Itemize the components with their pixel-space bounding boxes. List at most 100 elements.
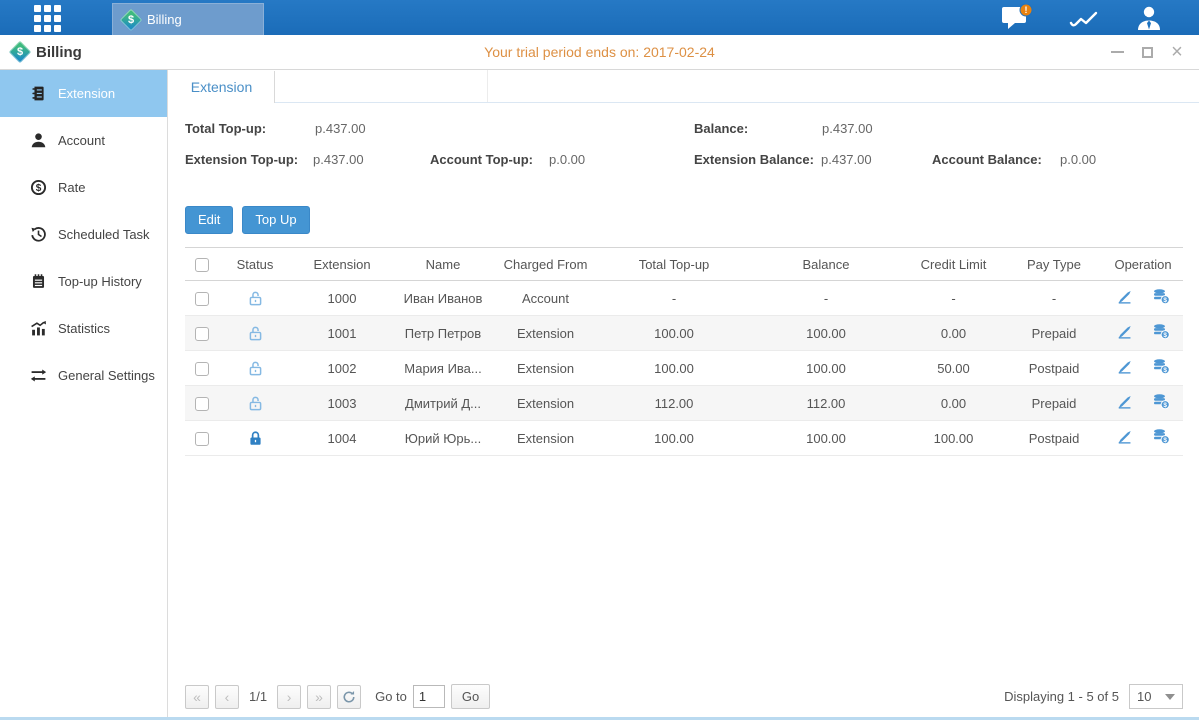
app-grid-icon[interactable] bbox=[34, 5, 61, 32]
refresh-button[interactable] bbox=[337, 685, 361, 709]
cell-credit-limit: 0.00 bbox=[902, 386, 1005, 421]
sidebar-item-label: General Settings bbox=[58, 368, 155, 383]
account-balance-value: p.0.00 bbox=[1060, 152, 1096, 167]
edit-button[interactable]: Edit bbox=[185, 206, 233, 234]
taskbar-tab-label: Billing bbox=[147, 12, 182, 27]
unlocked-icon bbox=[247, 289, 264, 304]
cell-pay-type: Prepaid bbox=[1005, 386, 1103, 421]
cell-extension: 1002 bbox=[291, 351, 393, 386]
cell-total-topup: 100.00 bbox=[598, 351, 750, 386]
topup-row-icon[interactable]: $ bbox=[1152, 393, 1170, 413]
extension-table: Status Extension Name Charged From Total… bbox=[185, 247, 1183, 456]
next-page-button[interactable]: › bbox=[277, 685, 301, 709]
cell-credit-limit: 0.00 bbox=[902, 316, 1005, 351]
cell-balance: 100.00 bbox=[750, 421, 902, 456]
topup-row-icon[interactable]: $ bbox=[1152, 323, 1170, 343]
maximize-icon[interactable] bbox=[1139, 44, 1155, 60]
sidebar-item-scheduled-task[interactable]: Scheduled Task bbox=[0, 211, 167, 258]
row-checkbox[interactable] bbox=[195, 432, 209, 446]
page-size-value: 10 bbox=[1137, 689, 1151, 704]
ledger-icon bbox=[30, 85, 47, 102]
table-body: 1000 Иван Иванов Account - - - - $ bbox=[185, 281, 1183, 456]
cell-name: Петр Петров bbox=[393, 316, 493, 351]
locked-icon bbox=[247, 429, 264, 444]
column-header-extension: Extension bbox=[291, 248, 393, 281]
cell-balance: 112.00 bbox=[750, 386, 902, 421]
edit-row-icon[interactable] bbox=[1116, 358, 1133, 378]
cell-balance: 100.00 bbox=[750, 351, 902, 386]
person-icon bbox=[30, 132, 47, 149]
last-page-button[interactable]: » bbox=[307, 685, 331, 709]
window-title-bar: $ Billing Your trial period ends on: 201… bbox=[0, 35, 1199, 70]
topup-row-icon[interactable]: $ bbox=[1152, 288, 1170, 308]
trial-notice: Your trial period ends on: 2017-02-24 bbox=[0, 35, 1199, 69]
edit-row-icon[interactable] bbox=[1116, 428, 1133, 448]
prev-page-button[interactable]: ‹ bbox=[215, 685, 239, 709]
sidebar-item-extension[interactable]: Extension bbox=[0, 70, 167, 117]
page-size-select[interactable]: 10 bbox=[1129, 684, 1183, 709]
refresh-icon bbox=[342, 690, 356, 704]
topup-button[interactable]: Top Up bbox=[242, 206, 309, 234]
user-icon[interactable] bbox=[1135, 5, 1163, 31]
sidebar-item-topup-history[interactable]: Top-up History bbox=[0, 258, 167, 305]
cell-balance: 100.00 bbox=[750, 316, 902, 351]
dollar-circle-icon: $ bbox=[30, 179, 47, 196]
cell-name: Мария Ива... bbox=[393, 351, 493, 386]
cell-credit-limit: 50.00 bbox=[902, 351, 1005, 386]
extension-balance-label: Extension Balance: bbox=[694, 152, 814, 167]
row-checkbox[interactable] bbox=[195, 362, 209, 376]
chevron-down-icon bbox=[1165, 694, 1175, 700]
cell-extension: 1000 bbox=[291, 281, 393, 316]
goto-page-input[interactable] bbox=[413, 685, 445, 708]
unlocked-icon bbox=[247, 359, 264, 374]
column-header-operation: Operation bbox=[1103, 248, 1183, 281]
edit-row-icon[interactable] bbox=[1116, 323, 1133, 343]
row-checkbox[interactable] bbox=[195, 327, 209, 341]
cell-pay-type: Postpaid bbox=[1005, 421, 1103, 456]
first-page-button[interactable]: « bbox=[185, 685, 209, 709]
svg-text:$: $ bbox=[1164, 402, 1168, 409]
cell-pay-type: Postpaid bbox=[1005, 351, 1103, 386]
sidebar-item-label: Top-up History bbox=[58, 274, 142, 289]
messages-icon[interactable]: ! bbox=[1001, 4, 1033, 31]
cell-total-topup: 100.00 bbox=[598, 316, 750, 351]
table-row: 1001 Петр Петров Extension 100.00 100.00… bbox=[185, 316, 1183, 351]
close-icon[interactable]: × bbox=[1169, 44, 1185, 60]
sidebar-item-statistics[interactable]: Statistics bbox=[0, 305, 167, 352]
svg-text:$: $ bbox=[1164, 437, 1168, 444]
extension-topup-value: p.437.00 bbox=[313, 152, 364, 167]
pagination: « ‹ 1/1 › » Go to Go bbox=[185, 684, 490, 709]
cell-balance: - bbox=[750, 281, 902, 316]
cell-charged-from: Extension bbox=[493, 386, 598, 421]
sidebar-item-rate[interactable]: $ Rate bbox=[0, 164, 167, 211]
cell-name: Иван Иванов bbox=[393, 281, 493, 316]
column-header-pay-type: Pay Type bbox=[1005, 248, 1103, 281]
go-button[interactable]: Go bbox=[451, 684, 490, 709]
bar-chart-icon bbox=[30, 320, 47, 337]
monitor-icon[interactable] bbox=[1069, 6, 1099, 30]
svg-text:!: ! bbox=[1025, 5, 1028, 15]
row-checkbox[interactable] bbox=[195, 292, 209, 306]
topup-row-icon[interactable]: $ bbox=[1152, 428, 1170, 448]
table-row: 1003 Дмитрий Д... Extension 112.00 112.0… bbox=[185, 386, 1183, 421]
select-all-checkbox[interactable] bbox=[195, 258, 209, 272]
tab-extension[interactable]: Extension bbox=[169, 71, 275, 103]
displaying-info: Displaying 1 - 5 of 5 bbox=[1004, 689, 1119, 704]
unlocked-icon bbox=[247, 394, 264, 409]
goto-label: Go to bbox=[375, 689, 407, 704]
edit-row-icon[interactable] bbox=[1116, 393, 1133, 413]
sidebar-item-account[interactable]: Account bbox=[0, 117, 167, 164]
total-topup-value: p.437.00 bbox=[315, 121, 366, 136]
sidebar-item-label: Account bbox=[58, 133, 105, 148]
edit-row-icon[interactable] bbox=[1116, 288, 1133, 308]
cell-charged-from: Extension bbox=[493, 316, 598, 351]
cell-name: Юрий Юрь... bbox=[393, 421, 493, 456]
row-checkbox[interactable] bbox=[195, 397, 209, 411]
column-header-total-topup: Total Top-up bbox=[598, 248, 750, 281]
transfer-arrows-icon bbox=[30, 367, 47, 384]
minimize-icon[interactable] bbox=[1109, 44, 1125, 60]
topup-row-icon[interactable]: $ bbox=[1152, 358, 1170, 378]
sidebar-item-general-settings[interactable]: General Settings bbox=[0, 352, 167, 399]
sidebar: Extension Account $ Rate Scheduled Task bbox=[0, 70, 168, 720]
taskbar-tab-billing[interactable]: $ Billing bbox=[112, 3, 264, 35]
